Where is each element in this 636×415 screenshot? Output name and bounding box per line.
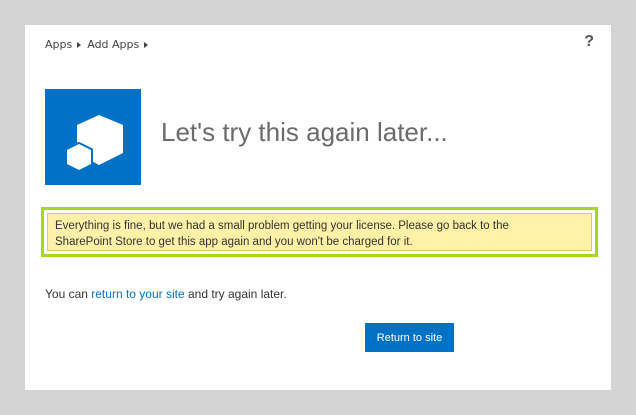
notice-line-2: SharePoint Store to get this app again a…	[55, 236, 413, 248]
page-title: Let's try this again later...	[161, 117, 448, 147]
breadcrumb: Apps Add Apps	[45, 38, 154, 51]
breadcrumb-arrow-icon	[144, 41, 149, 48]
sharepoint-app-cubes-icon	[65, 115, 123, 173]
breadcrumb-item-add-apps[interactable]: Add Apps	[87, 38, 139, 51]
dialog: Apps Add Apps ? Let's try this again lat…	[25, 25, 611, 390]
notice-line-1: Everything is fine, but we had a small p…	[55, 220, 509, 232]
help-icon[interactable]: ?	[584, 33, 594, 51]
status-suffix: and try again later.	[184, 287, 287, 301]
breadcrumb-item-apps[interactable]: Apps	[45, 38, 72, 51]
return-to-site-button[interactable]: Return to site	[365, 323, 454, 352]
status-prefix: You can	[45, 287, 92, 301]
app-tile	[45, 89, 141, 185]
notice-message: Everything is fine, but we had a small p…	[47, 213, 592, 251]
status-text: You can return to your site and try agai…	[45, 287, 287, 301]
return-to-site-link[interactable]: return to your site	[91, 287, 184, 301]
notice-highlight: Everything is fine, but we had a small p…	[41, 207, 598, 257]
breadcrumb-arrow-icon	[77, 41, 82, 48]
